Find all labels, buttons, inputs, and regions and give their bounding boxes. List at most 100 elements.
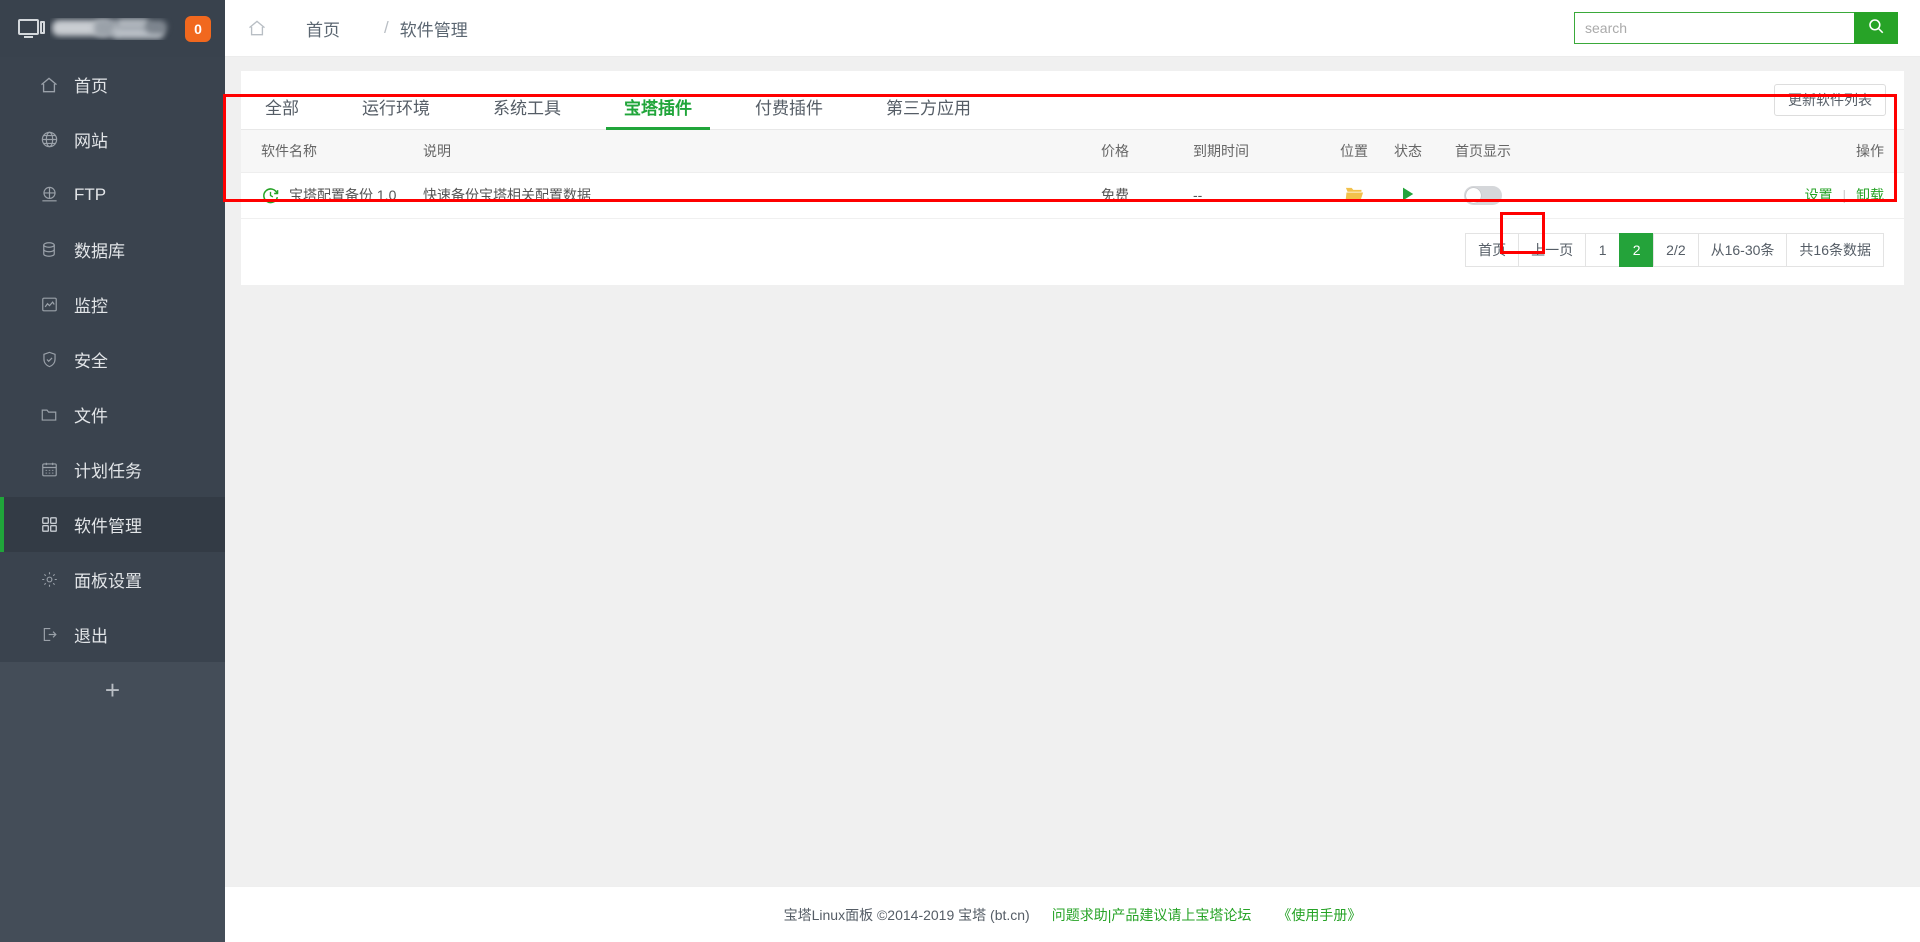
breadcrumb-current: 软件管理 — [399, 20, 468, 40]
footer-forum-link[interactable]: 问题求助|产品建议请上宝塔论坛 — [1052, 905, 1252, 925]
breadcrumb: 首页 / 软件管理 — [247, 16, 468, 41]
tab-bt-plugins[interactable]: 宝塔插件 — [606, 100, 710, 130]
cell-expire-time: -- — [1193, 172, 1325, 219]
software-name-text: 宝塔配置备份 1.0 — [289, 187, 397, 203]
pagination-total: 共16条数据 — [1786, 232, 1884, 267]
sidebar-item-label: 首页 — [74, 77, 108, 96]
sidebar-item-label: 退出 — [74, 627, 108, 646]
sidebar-item-label: 安全 — [74, 352, 108, 371]
footer-copyright: 宝塔Linux面板 ©2014-2019 宝塔 (bt.cn) — [783, 906, 1030, 923]
pagination-ratio: 2/2 — [1653, 232, 1698, 267]
th-software-name: 软件名称 — [241, 130, 421, 173]
th-location: 位置 — [1325, 130, 1383, 173]
th-description: 说明 — [421, 130, 1101, 173]
main-area: 首页 / 软件管理 全部 运行环境 系统工具 宝塔插件 — [223, 0, 1920, 942]
cell-status — [1383, 172, 1433, 219]
globe-icon — [38, 129, 60, 151]
breadcrumb-separator: / — [384, 18, 389, 37]
pagination-range: 从16-30条 — [1697, 232, 1787, 267]
update-software-list-button[interactable]: 更新软件列表 — [1774, 84, 1886, 116]
sidebar-item-home[interactable]: 首页 — [0, 57, 225, 112]
pagination: 首页 上一页 1 2 2/2 从16-30条 共16条数据 — [241, 219, 1904, 285]
sidebar-menu: 首页 网站 FTP 数据库 监控 安全 文件 计划任务 软件管理 面板设置 退出 — [0, 57, 225, 662]
tab-paid-plugins[interactable]: 付费插件 — [749, 100, 829, 129]
logout-icon — [38, 624, 60, 646]
folder-open-icon[interactable] — [1344, 185, 1365, 203]
sidebar-item-cron[interactable]: 计划任务 — [0, 442, 225, 497]
settings-link[interactable]: 设置 — [1805, 187, 1833, 203]
sidebar-item-software[interactable]: 软件管理 — [0, 497, 225, 552]
grid-apps-icon — [38, 514, 60, 536]
tab-third-party[interactable]: 第三方应用 — [880, 100, 977, 129]
sidebar-add-button[interactable]: + — [0, 662, 225, 718]
sidebar-item-panel-settings[interactable]: 面板设置 — [0, 552, 225, 607]
sidebar-item-label: 面板设置 — [74, 572, 142, 591]
home-icon — [247, 18, 267, 38]
server-name-blurred — [50, 17, 185, 40]
cell-software-name: 宝塔配置备份 1.0 — [241, 172, 421, 219]
homepage-show-toggle[interactable] — [1464, 185, 1502, 205]
chart-monitor-icon — [38, 294, 60, 316]
database-icon — [38, 239, 60, 261]
operation-separator: | — [1842, 187, 1847, 203]
cell-price: 免费 — [1101, 172, 1193, 219]
table-head: 软件名称 说明 价格 到期时间 位置 状态 首页显示 操作 — [241, 130, 1904, 173]
pagination-prev[interactable]: 上一页 — [1518, 232, 1586, 267]
footer-manual-link[interactable]: 《使用手册》 — [1277, 905, 1361, 925]
pagination-page-2[interactable]: 2 — [1619, 232, 1654, 267]
sidebar-item-monitor[interactable]: 监控 — [0, 277, 225, 332]
cell-description: 快速备份宝塔相关配置数据 — [421, 172, 1101, 219]
sidebar-item-label: 监控 — [74, 297, 108, 316]
tab-bar: 全部 运行环境 系统工具 宝塔插件 付费插件 第三方应用 更新软件列表 — [241, 71, 1904, 130]
play-icon[interactable] — [1400, 186, 1416, 202]
ftp-globe-icon — [38, 184, 60, 206]
tab-runtime[interactable]: 运行环境 — [356, 100, 436, 129]
backup-clock-icon — [261, 186, 280, 205]
sidebar-item-label: 计划任务 — [74, 462, 142, 481]
tab-system-tools[interactable]: 系统工具 — [487, 100, 567, 129]
sidebar-item-logout[interactable]: 退出 — [0, 607, 225, 662]
sidebar-item-ftp[interactable]: FTP — [0, 167, 225, 222]
notification-badge[interactable]: 0 — [185, 15, 211, 42]
software-table: 软件名称 说明 价格 到期时间 位置 状态 首页显示 操作 宝塔配置备份 1.0… — [241, 130, 1904, 219]
sidebar-item-label: FTP — [74, 184, 107, 204]
sidebar-item-security[interactable]: 安全 — [0, 332, 225, 387]
uninstall-link[interactable]: 卸载 — [1856, 187, 1884, 203]
sidebar-item-label: 网站 — [74, 132, 108, 151]
topbar: 首页 / 软件管理 — [225, 0, 1920, 57]
sidebar-item-label: 软件管理 — [74, 517, 142, 536]
home-icon — [38, 74, 60, 96]
folder-icon — [38, 404, 60, 426]
search-input[interactable] — [1574, 12, 1854, 44]
sidebar-filler — [0, 718, 225, 942]
th-operations: 操作 — [1533, 130, 1904, 173]
table-row: 宝塔配置备份 1.0 快速备份宝塔相关配置数据 免费 -- 设置 | 卸载 — [241, 172, 1904, 219]
content-area: 全部 运行环境 系统工具 宝塔插件 付费插件 第三方应用 更新软件列表 软件名称… — [223, 57, 1920, 886]
cell-location — [1325, 172, 1383, 219]
sidebar-item-files[interactable]: 文件 — [0, 387, 225, 442]
sidebar-item-label: 数据库 — [74, 242, 125, 261]
th-status: 状态 — [1383, 130, 1433, 173]
software-table-wrapper: 软件名称 说明 价格 到期时间 位置 状态 首页显示 操作 宝塔配置备份 1.0… — [241, 130, 1904, 219]
sidebar-item-label: 文件 — [74, 407, 108, 426]
th-price: 价格 — [1101, 130, 1193, 173]
tab-all[interactable]: 全部 — [259, 100, 305, 129]
table-body: 宝塔配置备份 1.0 快速备份宝塔相关配置数据 免费 -- 设置 | 卸载 — [241, 172, 1904, 219]
search-button[interactable] — [1854, 12, 1898, 44]
pagination-first[interactable]: 首页 — [1465, 232, 1519, 267]
footer: 宝塔Linux面板 ©2014-2019 宝塔 (bt.cn) 问题求助|产品建… — [225, 886, 1920, 942]
th-homepage-show: 首页显示 — [1433, 130, 1533, 173]
cell-operations: 设置 | 卸载 — [1533, 172, 1904, 219]
sidebar-item-website[interactable]: 网站 — [0, 112, 225, 167]
cell-homepage-show — [1433, 172, 1533, 219]
sidebar-item-database[interactable]: 数据库 — [0, 222, 225, 277]
software-card: 全部 运行环境 系统工具 宝塔插件 付费插件 第三方应用 更新软件列表 软件名称… — [241, 71, 1904, 285]
sidebar: 0 首页 网站 FTP 数据库 监控 安全 文件 计划任务 软件管理 面板设置 … — [0, 0, 225, 942]
calendar-icon — [38, 459, 60, 481]
search-box — [1574, 12, 1898, 44]
th-expire-time: 到期时间 — [1193, 130, 1325, 173]
gear-icon — [38, 569, 60, 591]
pagination-page-1[interactable]: 1 — [1585, 232, 1620, 267]
search-icon — [1867, 17, 1885, 40]
breadcrumb-home[interactable]: 首页 — [273, 16, 373, 41]
